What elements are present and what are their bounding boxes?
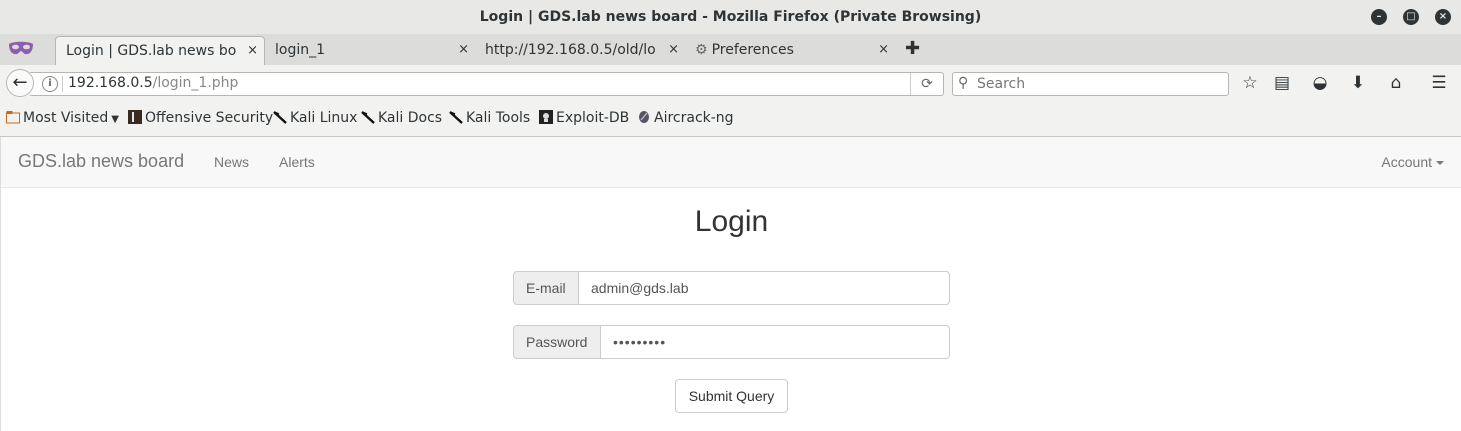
url-bar[interactable]: i 192.168.0.5/login_1.php ⟳ <box>30 72 944 96</box>
tab-label: login_1 <box>275 42 326 58</box>
bookmark-most-visited[interactable]: Most Visited ▼ <box>6 108 119 128</box>
back-arrow-icon: ← <box>12 72 28 93</box>
account-dropdown[interactable]: Account <box>1381 154 1444 170</box>
caret-down-icon <box>1436 161 1444 166</box>
bookmark-aircrack-ng[interactable]: Aircrack-ng <box>637 108 734 128</box>
kali-icon <box>273 111 287 124</box>
search-input[interactable] <box>977 74 1217 94</box>
tab-close-icon[interactable]: × <box>247 37 258 65</box>
home-icon[interactable]: ⌂ <box>1384 72 1408 94</box>
bookmark-offensive-security[interactable]: Offensive Security <box>128 108 273 128</box>
bookmark-star-icon[interactable]: ☆ <box>1238 72 1262 94</box>
email-field[interactable] <box>579 271 950 305</box>
window-title: Login | GDS.lab news board - Mozilla Fir… <box>479 9 982 25</box>
password-input-group: Password <box>513 325 950 359</box>
tab-label: Preferences <box>711 42 794 58</box>
downloads-icon[interactable]: ⬇ <box>1346 72 1370 94</box>
bookmark-label: Offensive Security <box>145 110 274 126</box>
site-navbar: GDS.lab news board News Alerts Account <box>1 137 1461 188</box>
tab-close-icon[interactable]: × <box>878 36 889 64</box>
email-addon-label: E-mail <box>513 271 579 305</box>
url-path: /login_1.php <box>152 75 239 91</box>
gear-icon: ⚙ <box>695 42 708 58</box>
back-button[interactable]: ← <box>6 69 34 97</box>
bookmark-kali-tools[interactable]: Kali Tools <box>449 108 530 128</box>
tab-close-icon[interactable]: × <box>458 36 469 64</box>
page-content: GDS.lab news board News Alerts Account L… <box>0 137 1461 431</box>
password-field[interactable] <box>601 325 950 359</box>
bookmark-label: Kali Docs <box>378 110 443 126</box>
site-info-icon[interactable]: i <box>42 76 58 92</box>
tab-label: Login | GDS.lab news bo... <box>66 43 236 59</box>
tab-bar: Login | GDS.lab news bo... × login_1 × h… <box>0 34 1461 66</box>
page-title: Login <box>694 205 769 238</box>
nav-link-alerts[interactable]: Alerts <box>279 154 315 170</box>
close-window-icon[interactable]: × <box>1435 9 1451 25</box>
exploitdb-icon <box>539 110 553 124</box>
window-titlebar: Login | GDS.lab news board - Mozilla Fir… <box>0 0 1461 34</box>
tab-preferences[interactable]: ⚙ Preferences × <box>685 36 895 65</box>
aircrack-icon <box>639 111 649 123</box>
minimize-icon[interactable]: – <box>1371 9 1387 25</box>
new-tab-button[interactable]: ✚ <box>905 36 920 62</box>
email-input-group: E-mail <box>513 271 950 305</box>
url-host: 192.168.0.5 <box>68 75 153 91</box>
tab-login[interactable]: Login | GDS.lab news bo... × <box>55 36 265 65</box>
folder-icon <box>6 111 20 124</box>
search-icon: ⚲ <box>958 75 969 91</box>
submit-button[interactable]: Submit Query <box>675 379 788 413</box>
reload-icon[interactable]: ⟳ <box>910 73 943 95</box>
kali-icon <box>361 111 375 124</box>
nav-link-news[interactable]: News <box>214 154 249 170</box>
bookmarks-toolbar: Most Visited ▼ Offensive Security Kali Li… <box>0 100 1461 137</box>
maximize-icon[interactable]: □ <box>1403 9 1419 25</box>
bookmark-label: Exploit-DB <box>556 110 630 126</box>
bookmark-label: Kali Linux <box>290 110 358 126</box>
password-addon-label: Password <box>513 325 601 359</box>
navigation-toolbar: i 192.168.0.5/login_1.php ⟳ ← ⚲ ☆ ▤ ◒ ⬇ … <box>0 65 1461 100</box>
url-text[interactable]: 192.168.0.5/login_1.php <box>68 75 238 91</box>
tab-login-1[interactable]: login_1 × <box>265 36 475 65</box>
bookmark-label: Kali Tools <box>466 110 531 126</box>
tab-label: http://192.168.0.5/old/lo... <box>485 42 655 58</box>
pocket-icon[interactable]: ◒ <box>1308 72 1332 94</box>
menu-icon[interactable]: ☰ <box>1427 72 1451 94</box>
bookmark-label: Most Visited <box>23 110 109 126</box>
bookmark-kali-linux[interactable]: Kali Linux <box>273 108 357 128</box>
search-bar[interactable]: ⚲ <box>952 72 1229 96</box>
tab-old-login[interactable]: http://192.168.0.5/old/lo... × <box>475 36 685 65</box>
reading-list-icon[interactable]: ▤ <box>1270 72 1294 94</box>
account-label: Account <box>1381 154 1432 170</box>
bookmark-label: Aircrack-ng <box>654 110 734 126</box>
private-browsing-mask-icon <box>9 41 33 55</box>
url-separator <box>62 76 63 92</box>
offsec-icon <box>128 110 142 124</box>
site-brand[interactable]: GDS.lab news board <box>18 151 184 172</box>
kali-icon <box>449 111 463 124</box>
chevron-down-icon: ▼ <box>111 114 119 125</box>
bookmark-exploit-db[interactable]: Exploit-DB <box>539 108 629 128</box>
tab-close-icon[interactable]: × <box>668 36 679 64</box>
bookmark-kali-docs[interactable]: Kali Docs <box>361 108 442 128</box>
